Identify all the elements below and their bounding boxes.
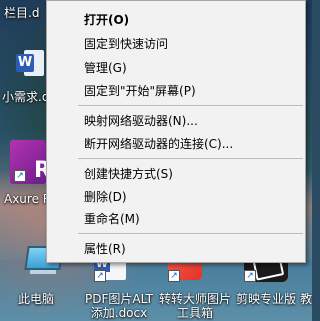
menu-separator <box>78 233 303 234</box>
desktop-icon-label-xuqiu[interactable]: 小需求.d <box>2 90 49 104</box>
menu-item-disconnect-network-drive[interactable]: 断开网络驱动器的连接(C)... <box>47 133 305 155</box>
menu-item-properties[interactable]: 属性(R) <box>47 238 305 260</box>
desktop-icon-label-pdf-alt[interactable]: PDF图片ALT 添加.docx <box>80 292 158 320</box>
menu-item-manage[interactable]: 管理(G) <box>47 57 305 79</box>
context-menu: 打开(O) 固定到快速访问 管理(G) 固定到"开始"屏幕(P) 映射网络驱动器… <box>46 0 306 263</box>
word-badge: W <box>16 54 34 72</box>
menu-item-open[interactable]: 打开(O) <box>47 9 305 31</box>
menu-item-pin-quick-access[interactable]: 固定到快速访问 <box>47 33 305 55</box>
desktop-icon-label-toolbox[interactable]: 转转大师图片 工具箱 <box>154 292 236 320</box>
menu-item-pin-start[interactable]: 固定到"开始"屏幕(P) <box>47 80 305 102</box>
desktop-icon-label-lanmu[interactable]: 栏目.d <box>4 6 39 20</box>
desktop-icon-label-axure[interactable]: Axure R <box>4 192 51 206</box>
desktop-icon-label-jianying[interactable]: 剪映专业版 <box>236 292 296 306</box>
menu-separator <box>78 105 303 106</box>
menu-item-rename[interactable]: 重命名(M) <box>47 208 305 230</box>
menu-item-map-network-drive[interactable]: 映射网络驱动器(N)... <box>47 110 305 132</box>
word-document-icon[interactable]: W <box>16 50 44 76</box>
desktop-icon-label-partial[interactable]: 教 <box>300 292 312 306</box>
shortcut-arrow-icon: ↗ <box>94 270 106 282</box>
desktop-icon-label-this-pc[interactable]: 此电脑 <box>18 292 54 306</box>
shortcut-arrow-icon: ↗ <box>14 170 26 182</box>
monitor-base <box>30 270 56 274</box>
menu-item-create-shortcut[interactable]: 创建快捷方式(S) <box>47 163 305 185</box>
shortcut-arrow-icon: ↗ <box>244 270 256 282</box>
menu-separator <box>78 158 303 159</box>
menu-item-delete[interactable]: 删除(D) <box>47 186 305 208</box>
shortcut-arrow-icon: ↗ <box>168 270 180 282</box>
